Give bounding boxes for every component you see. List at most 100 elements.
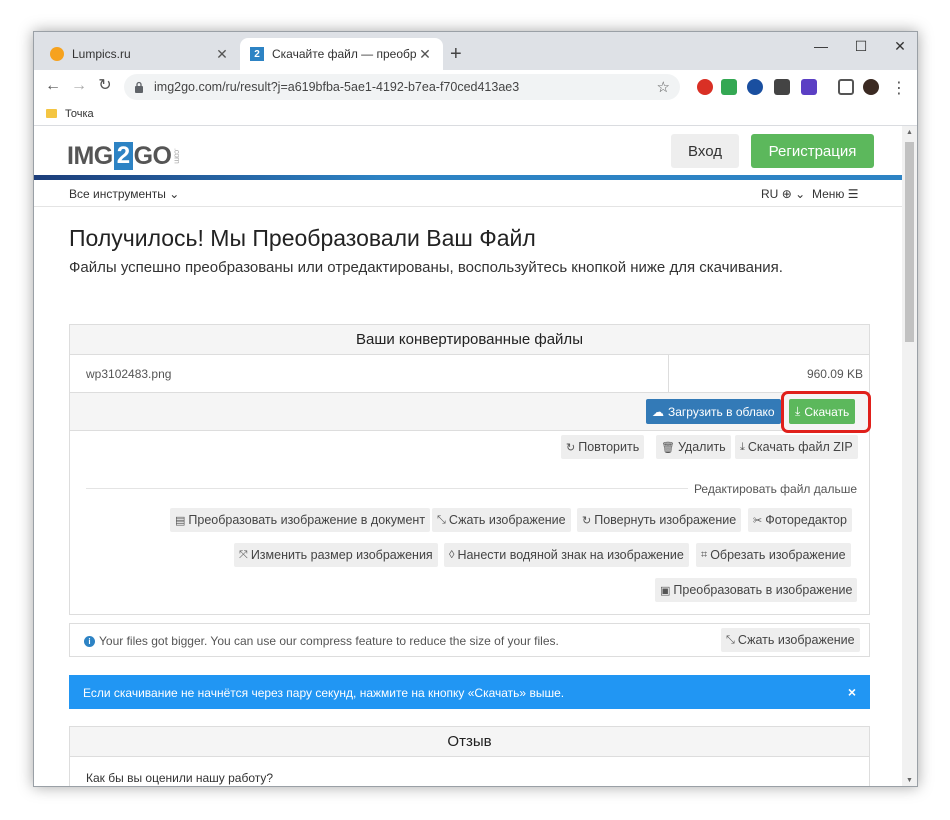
- expand-icon: ⤧: [239, 548, 248, 561]
- extension-icon[interactable]: [721, 79, 737, 95]
- download-zip-button[interactable]: ⤓ Скачать файл ZIP: [735, 435, 858, 459]
- new-tab-button[interactable]: +: [450, 44, 462, 64]
- menu-label: Меню: [812, 187, 845, 201]
- page-description: Файлы успешно преобразованы или отредакт…: [69, 259, 783, 276]
- hamburger-icon: ☰: [847, 187, 859, 201]
- file-actions-row: ☁ Загрузить в облако ⤓ Скачать: [70, 391, 871, 433]
- img2go-logo[interactable]: IMG 2 GO .com: [67, 140, 181, 172]
- document-icon: ▤: [175, 514, 186, 527]
- tool-photo-editor-button[interactable]: ✂ Фоторедактор: [748, 508, 852, 532]
- extension-icon[interactable]: [774, 79, 790, 95]
- tab-img2go[interactable]: 2 Скачайте файл — преобразова ✕: [240, 38, 443, 70]
- crop-icon: ⌗: [701, 548, 708, 561]
- all-tools-dropdown[interactable]: Все инструменты ⌄: [69, 187, 179, 201]
- tool-label: Сжать изображение: [448, 513, 566, 527]
- scroll-down-arrow-icon[interactable]: ▼: [902, 774, 917, 786]
- info-icon: i: [84, 635, 95, 647]
- close-icon[interactable]: ✕: [417, 46, 433, 63]
- alert-close-button[interactable]: ×: [848, 684, 856, 700]
- notice-text-wrap: i Your files got bigger. You can use our…: [84, 634, 559, 648]
- menu-button[interactable]: Меню ☰: [812, 187, 859, 201]
- notice-compress-label: Сжать изображение: [737, 633, 855, 647]
- forward-button[interactable]: →: [68, 75, 90, 97]
- panel-title: Ваши конвертированные файлы: [70, 325, 869, 355]
- reload-button[interactable]: ↻: [94, 75, 116, 97]
- extension-icon[interactable]: [801, 79, 817, 95]
- browser-menu-icon[interactable]: ⋮: [891, 78, 907, 98]
- repeat-label: Повторить: [578, 440, 640, 454]
- avatar[interactable]: [863, 79, 879, 95]
- tab-lumpics[interactable]: Lumpics.ru ✕: [40, 38, 240, 70]
- tool-label: Повернуть изображение: [594, 513, 737, 527]
- download-zip-label: Скачать файл ZIP: [747, 440, 853, 454]
- address-bar[interactable]: img2go.com/ru/result?j=a619bfba-5ae1-419…: [124, 74, 680, 100]
- compress-notice: i Your files got bigger. You can use our…: [69, 623, 870, 657]
- site-header: IMG 2 GO .com Вход Регистрация: [34, 126, 904, 180]
- bookmarks-bar: Точка: [34, 102, 917, 126]
- drop-icon: ◊: [449, 549, 455, 561]
- file-row: wp3102483.png 960.09 KB: [70, 355, 869, 393]
- tool-label: Преобразовать изображение в документ: [188, 513, 426, 527]
- url-text: img2go.com/ru/result?j=a619bfba-5ae1-419…: [154, 80, 520, 94]
- file-name: wp3102483.png: [86, 367, 172, 381]
- redo-icon: ↻: [566, 441, 576, 454]
- download-alert: Если скачивание не начнётся через пару с…: [69, 675, 870, 709]
- image-file-icon: ▣: [660, 584, 671, 597]
- tool-to-document-button[interactable]: ▤ Преобразовать изображение в документ: [170, 508, 431, 532]
- tool-watermark-button[interactable]: ◊ Нанести водяной знак на изображение: [444, 543, 689, 567]
- chevron-down-icon: ⌄: [169, 187, 180, 201]
- logo-text: IMG: [67, 141, 113, 170]
- rotate-icon: ↻: [582, 514, 592, 527]
- back-button[interactable]: ←: [42, 75, 64, 97]
- main-content: Получилось! Мы Преобразовали Ваш Файл Фа…: [34, 207, 904, 786]
- file-size: 960.09 KB: [806, 367, 863, 381]
- page-scrollbar[interactable]: ▲ ▼: [902, 126, 917, 786]
- close-icon[interactable]: ✕: [214, 46, 230, 63]
- extension-icon[interactable]: [747, 79, 763, 95]
- media-icon[interactable]: [838, 79, 854, 95]
- tool-label: Изменить размер изображения: [250, 548, 433, 562]
- window-close-button[interactable]: ✕: [890, 38, 910, 55]
- delete-label: Удалить: [677, 440, 726, 454]
- lumpics-favicon-icon: [50, 47, 64, 61]
- highlight-annotation: [781, 391, 871, 433]
- scroll-up-arrow-icon[interactable]: ▲: [902, 126, 917, 140]
- notice-text: Your files got bigger. You can use our c…: [99, 634, 559, 648]
- scroll-thumb[interactable]: [905, 142, 914, 342]
- review-question: Как бы вы оценили нашу работу?: [86, 771, 274, 785]
- page-title: Получилось! Мы Преобразовали Ваш Файл: [69, 225, 536, 251]
- tool-resize-button[interactable]: ⤧ Изменить размер изображения: [234, 543, 438, 567]
- login-button[interactable]: Вход: [671, 134, 739, 168]
- minimize-button[interactable]: —: [811, 38, 831, 54]
- browser-window: Lumpics.ru ✕ 2 Скачайте файл — преобразо…: [33, 31, 918, 787]
- folder-icon: [46, 109, 57, 118]
- upload-to-cloud-button[interactable]: ☁ Загрузить в облако: [646, 399, 781, 424]
- tool-label: Нанести водяной знак на изображение: [457, 548, 684, 562]
- delete-button[interactable]: 🗑 Удалить: [656, 435, 731, 459]
- extension-icon[interactable]: [697, 79, 713, 95]
- all-tools-label: Все инструменты: [69, 187, 166, 201]
- browser-toolbar: ← → ↻ img2go.com/ru/result?j=a619bfba-5a…: [34, 70, 917, 102]
- tool-label: Фоторедактор: [765, 513, 847, 527]
- language-selector[interactable]: RU ⊕ ⌄: [761, 187, 805, 201]
- tool-rotate-button[interactable]: ↻ Повернуть изображение: [577, 508, 742, 532]
- tab-strip: Lumpics.ru ✕ 2 Скачайте файл — преобразо…: [34, 32, 917, 70]
- notice-compress-button[interactable]: ⤡ Сжать изображение: [721, 628, 860, 652]
- repeat-button[interactable]: ↻ Повторить: [561, 435, 645, 459]
- img2go-favicon-icon: 2: [250, 47, 264, 61]
- tool-compress-button[interactable]: ⤡ Сжать изображение: [432, 508, 571, 532]
- compress-icon: ⤡: [726, 633, 735, 646]
- converted-files-panel: Ваши конвертированные файлы wp3102483.pn…: [69, 324, 871, 615]
- tools-icon: ✂: [753, 514, 763, 527]
- bookmark-star-icon[interactable]: ☆: [657, 78, 670, 96]
- register-button[interactable]: Регистрация: [751, 134, 874, 168]
- compress-icon: ⤡: [437, 513, 446, 526]
- tab-title: Lumpics.ru: [72, 47, 131, 61]
- tool-to-image-button[interactable]: ▣ Преобразовать в изображение: [655, 578, 858, 602]
- bookmark-item[interactable]: Точка: [65, 108, 94, 120]
- cloud-upload-icon: ☁: [652, 404, 664, 419]
- maximize-button[interactable]: ☐: [851, 38, 871, 55]
- logo-text: .com: [172, 148, 182, 164]
- tool-crop-button[interactable]: ⌗ Обрезать изображение: [696, 543, 851, 567]
- chevron-down-icon: ⌄: [795, 187, 806, 201]
